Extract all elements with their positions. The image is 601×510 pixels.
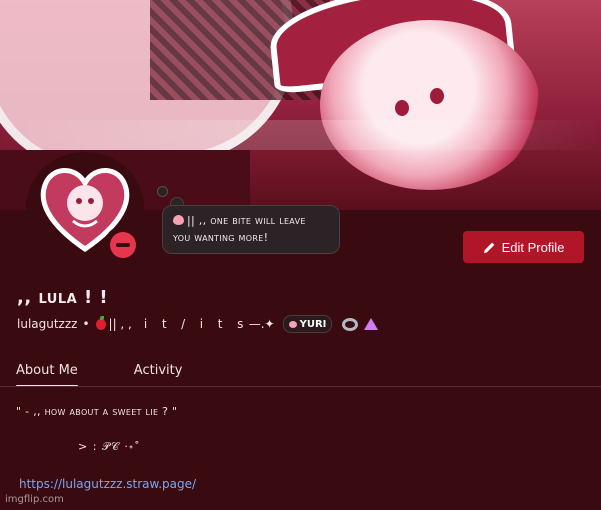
tab-about-me[interactable]: About Me xyxy=(16,363,78,387)
edit-profile-button[interactable]: Edit Profile xyxy=(463,231,584,263)
profile-tabs: About Me Activity xyxy=(16,363,182,387)
pronouns-tail: —.✦ xyxy=(248,317,275,331)
dnd-status-icon xyxy=(104,226,142,264)
heart-emoji-icon xyxy=(173,215,184,225)
display-name-prefix: ,, xyxy=(17,287,39,308)
custom-status-bubble: || ,, one bite will leave you wanting mo… xyxy=(162,205,340,254)
display-name-core: lula xyxy=(38,287,78,308)
apple-emoji-icon xyxy=(95,315,106,330)
about-me-line1: " - ,, how about a sweet lie ? " xyxy=(16,405,178,418)
watermark: imgflip.com xyxy=(5,494,64,505)
guild-tag-badge[interactable]: YURI xyxy=(282,315,333,333)
about-me-link[interactable]: https://lulagutzzz.straw.page/ xyxy=(19,477,196,491)
about-me-line2: > : 𝒫𝒞 ·˖˚ xyxy=(78,440,141,453)
gem-icon[interactable] xyxy=(364,318,379,330)
edit-profile-label: Edit Profile xyxy=(501,239,565,255)
display-name: ,, lula ! ! xyxy=(17,287,108,308)
username: lulagutzzz xyxy=(17,317,78,331)
separator: • xyxy=(82,317,90,331)
status-bubble-dot xyxy=(157,186,168,197)
username-row: lulagutzzz • || , , i t / i t s —.✦ YURI xyxy=(17,315,379,333)
pencil-icon xyxy=(483,242,494,253)
guild-tag-label: YURI xyxy=(299,318,327,330)
heart-emoji-icon xyxy=(288,320,297,328)
nitro-boost-icon[interactable] xyxy=(342,317,359,331)
display-name-suffix: ! ! xyxy=(77,287,109,308)
custom-status-line1: || ,, one bite will leave xyxy=(187,214,306,227)
custom-status-line2: you wanting more! xyxy=(173,231,269,244)
tab-activity[interactable]: Activity xyxy=(134,363,183,387)
pronouns-lead: || , , xyxy=(108,317,132,331)
tab-divider xyxy=(0,386,601,387)
pronouns: i t / i t s xyxy=(143,317,249,331)
